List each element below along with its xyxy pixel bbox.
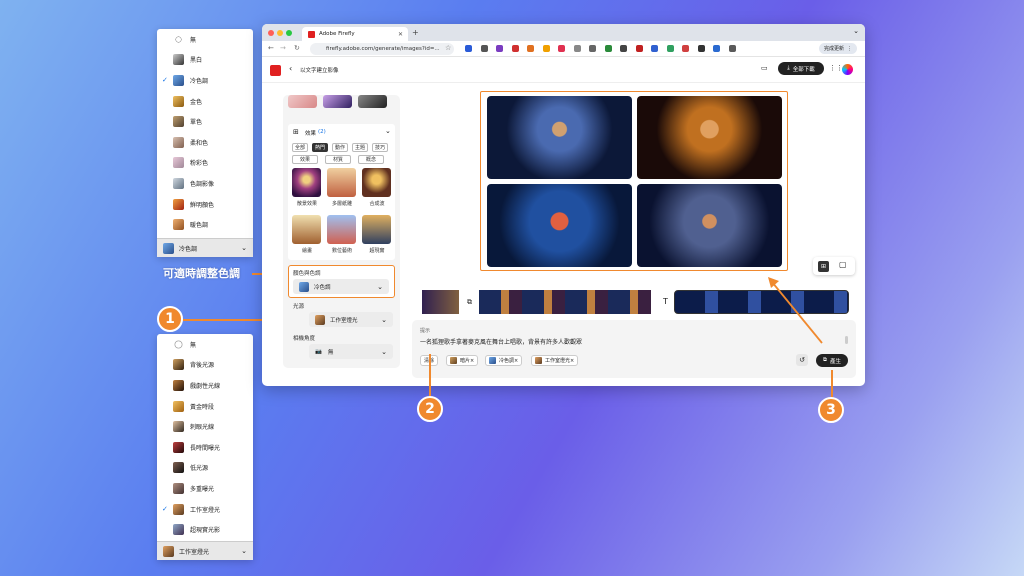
arrow-line	[771, 281, 823, 344]
arrow-head	[768, 277, 779, 288]
arrow-to-images	[768, 277, 823, 344]
